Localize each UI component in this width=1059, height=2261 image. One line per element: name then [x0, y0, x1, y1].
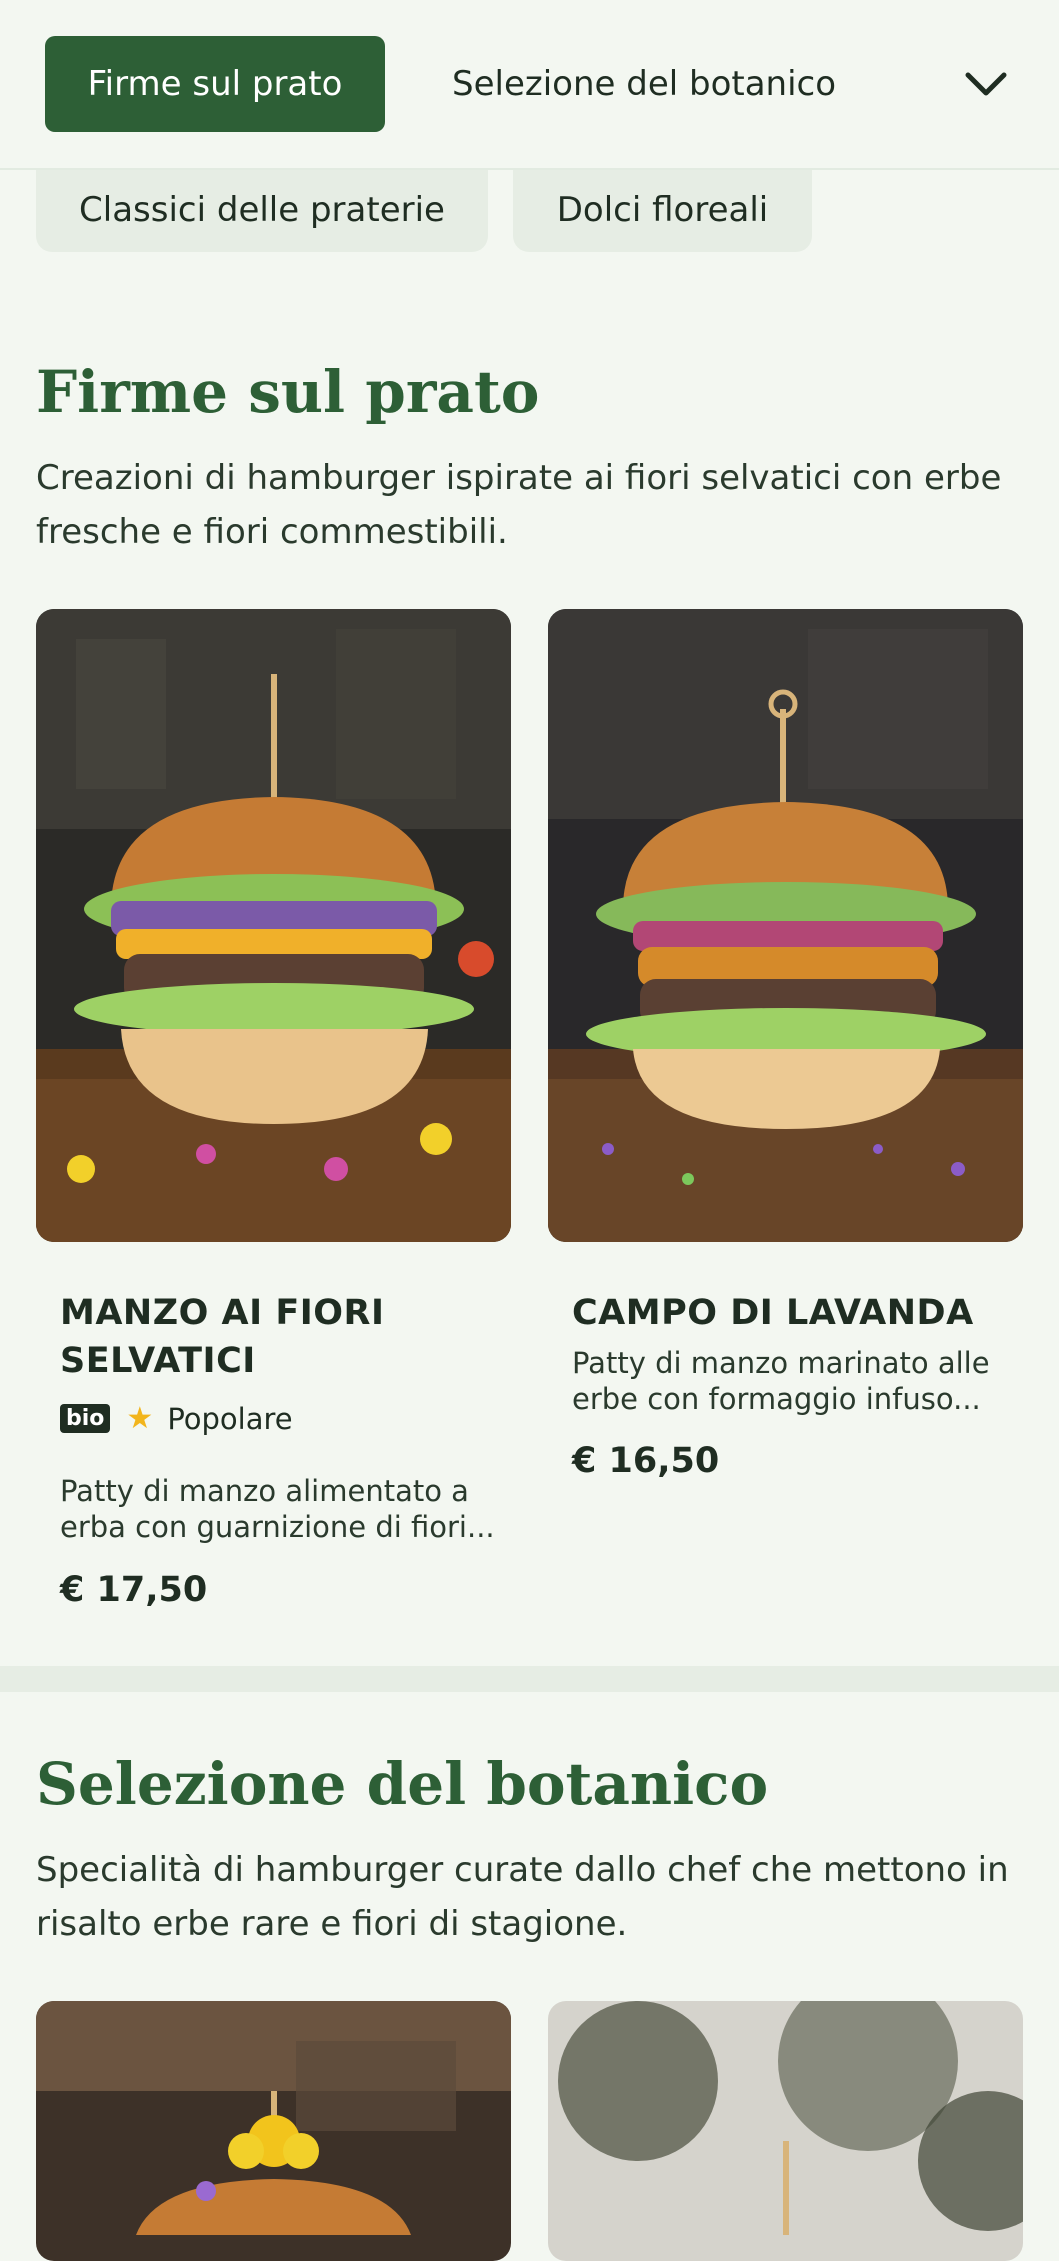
bio-badge: bio	[60, 1404, 111, 1433]
star-icon: ★	[126, 1401, 154, 1436]
burger-image-botanico-1[interactable]	[36, 2001, 511, 2261]
category-nav: Firme sul prato Selezione del botanico	[0, 0, 1059, 170]
tab-firme-sul-prato[interactable]: Firme sul prato	[45, 36, 385, 132]
burger-image-manzo[interactable]	[36, 609, 511, 1242]
burger-image-lavanda[interactable]	[548, 609, 1023, 1242]
section-title: Firme sul prato	[36, 358, 540, 426]
tab-selezione-del-botanico[interactable]: Selezione del botanico	[452, 36, 836, 132]
item-description: Patty di manzo marinato alle erbe con fo…	[572, 1346, 990, 1416]
burger-image-botanico-2[interactable]	[548, 2001, 1023, 2261]
category-chip-classici[interactable]: Classici delle praterie	[36, 168, 488, 252]
item-badges: bio ★ Popolare	[60, 1401, 293, 1436]
item-description: Patty di manzo alimentato a erba con gua…	[60, 1474, 495, 1544]
category-chip-dolci[interactable]: Dolci floreali	[513, 168, 812, 252]
section-divider	[0, 1666, 1059, 1692]
popular-tag: Popolare	[167, 1401, 293, 1436]
item-price: € 17,50	[60, 1570, 208, 1610]
section-title: Selezione del botanico	[36, 1750, 769, 1818]
chevron-down-icon[interactable]	[962, 60, 1010, 108]
item-title: MANZO AI FIORI SELVATICI	[60, 1293, 385, 1381]
item-title: CAMPO DI LAVANDA	[572, 1293, 974, 1333]
item-price: € 16,50	[572, 1441, 720, 1481]
section-description: Creazioni di hamburger ispirate ai fiori…	[36, 458, 1002, 552]
section-description: Specialità di hamburger curate dallo che…	[36, 1850, 1009, 1944]
